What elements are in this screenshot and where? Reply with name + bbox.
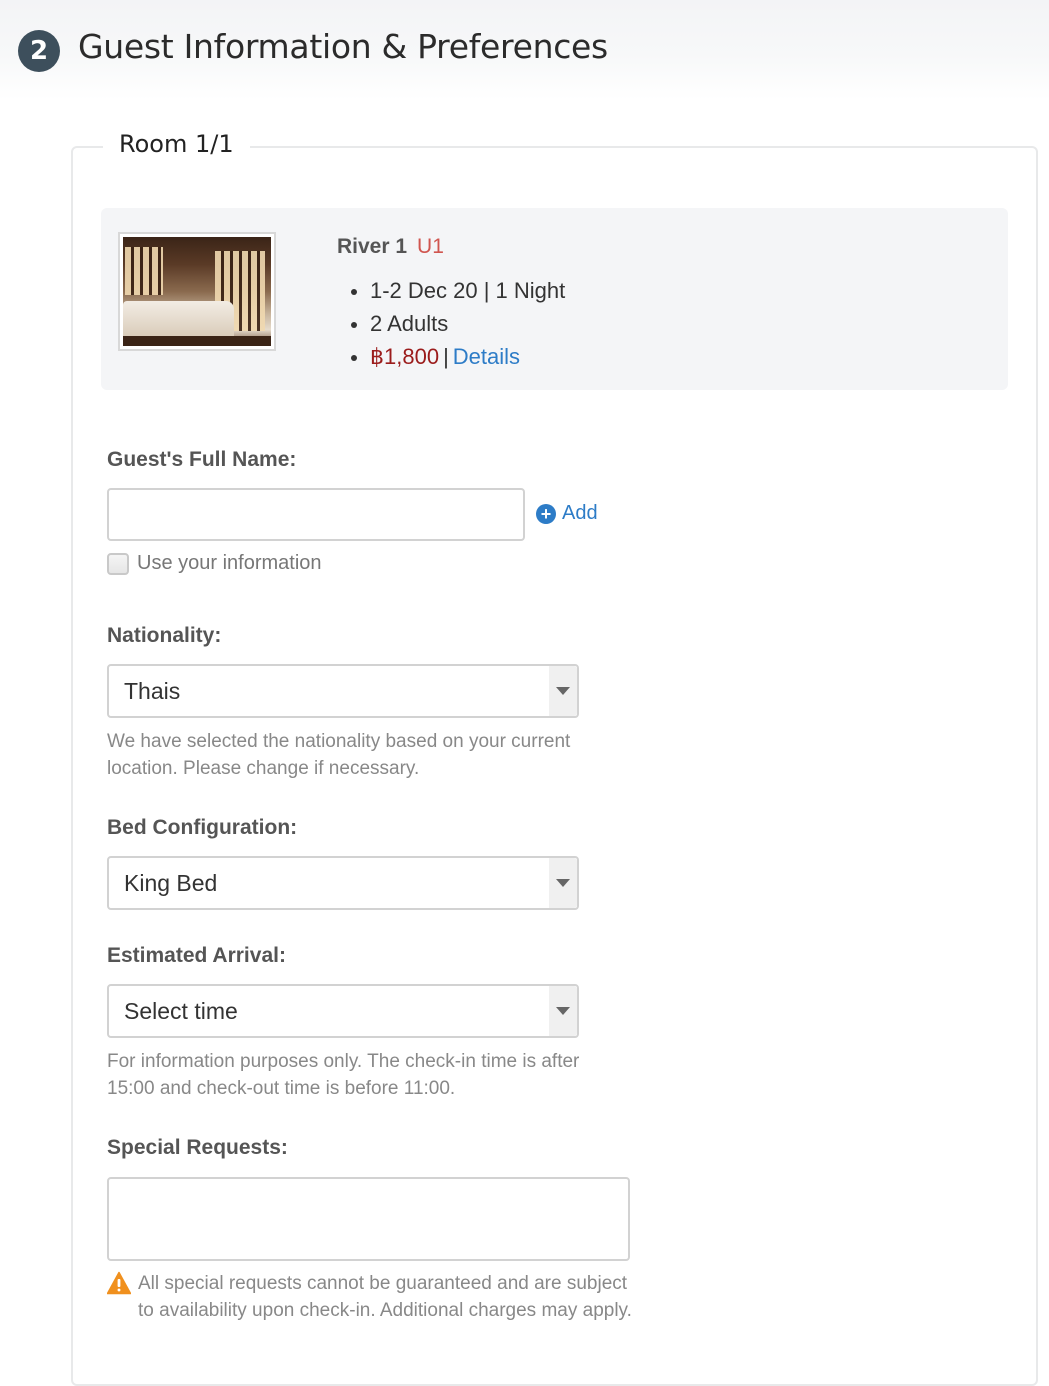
floor-shape xyxy=(123,336,271,346)
nationality-dropdown-toggle[interactable] xyxy=(549,666,577,716)
estimated-arrival-select[interactable]: Select time xyxy=(107,984,579,1038)
special-requests-warning: All special requests cannot be guarantee… xyxy=(107,1270,637,1324)
room-dates: 1-2 Dec 20 | 1 Night xyxy=(349,276,565,309)
room-name-text: River 1 xyxy=(337,235,408,258)
room-photo xyxy=(118,232,276,351)
room-guests: 2 Adults xyxy=(349,309,565,342)
room-guests-text: 2 Adults xyxy=(370,311,449,336)
room-code: U1 xyxy=(417,235,444,258)
warning-text: All special requests cannot be guarantee… xyxy=(138,1273,632,1321)
nationality-selected-value: Thais xyxy=(124,678,181,704)
estimated-arrival-selected-value: Select time xyxy=(124,998,238,1024)
use-your-information-checkbox[interactable] xyxy=(107,552,129,575)
section-header: 2 Guest Information & Preferences xyxy=(0,0,1049,100)
room-price: ฿1,800 xyxy=(370,344,440,369)
bed-configuration-select[interactable]: King Bed xyxy=(107,856,579,910)
price-separator: | xyxy=(443,344,449,369)
section-title: Guest Information & Preferences xyxy=(78,27,608,66)
estimated-arrival-label: Estimated Arrival: xyxy=(107,944,286,967)
use-your-information-row[interactable]: Use your information xyxy=(107,552,322,575)
guest-name-input[interactable] xyxy=(107,488,525,541)
room-photo-image xyxy=(123,237,271,346)
estimated-arrival-dropdown-toggle[interactable] xyxy=(549,986,577,1036)
special-requests-label: Special Requests: xyxy=(107,1136,288,1159)
bed-shape xyxy=(123,300,234,338)
room-details-list: 1-2 Dec 20 | 1 Night 2 Adults ฿1,800 | Det… xyxy=(349,276,565,375)
step-number-badge: 2 xyxy=(18,30,60,72)
use-your-information-label[interactable]: Use your information xyxy=(137,552,322,575)
bed-configuration-selected-value: King Bed xyxy=(124,870,218,896)
add-guest-button[interactable]: + Add xyxy=(536,502,598,525)
room-legend: Room 1/1 xyxy=(103,130,250,158)
special-requests-textarea[interactable] xyxy=(107,1177,630,1261)
nationality-select[interactable]: Thais xyxy=(107,664,579,718)
nationality-help-text: We have selected the nationality based o… xyxy=(107,731,571,779)
add-guest-label: Add xyxy=(562,502,598,524)
plus-circle-icon: + xyxy=(536,503,556,524)
details-link[interactable]: Details xyxy=(453,344,520,369)
room-price-row: ฿1,800 | Details xyxy=(349,342,565,375)
caret-down-icon xyxy=(556,687,570,695)
arrival-help-text: For information purposes only. The check… xyxy=(107,1051,580,1099)
nationality-label: Nationality: xyxy=(107,624,222,647)
warning-icon xyxy=(107,1271,131,1295)
room-name: River 1 U1 xyxy=(337,235,444,259)
window-shape xyxy=(125,247,163,295)
bed-configuration-dropdown-toggle[interactable] xyxy=(549,858,577,908)
room-dates-text: 1-2 Dec 20 | 1 Night xyxy=(370,278,566,303)
guest-name-label: Guest's Full Name: xyxy=(107,448,297,471)
bed-configuration-label: Bed Configuration: xyxy=(107,816,298,839)
caret-down-icon xyxy=(556,879,570,887)
caret-down-icon xyxy=(556,1007,570,1015)
